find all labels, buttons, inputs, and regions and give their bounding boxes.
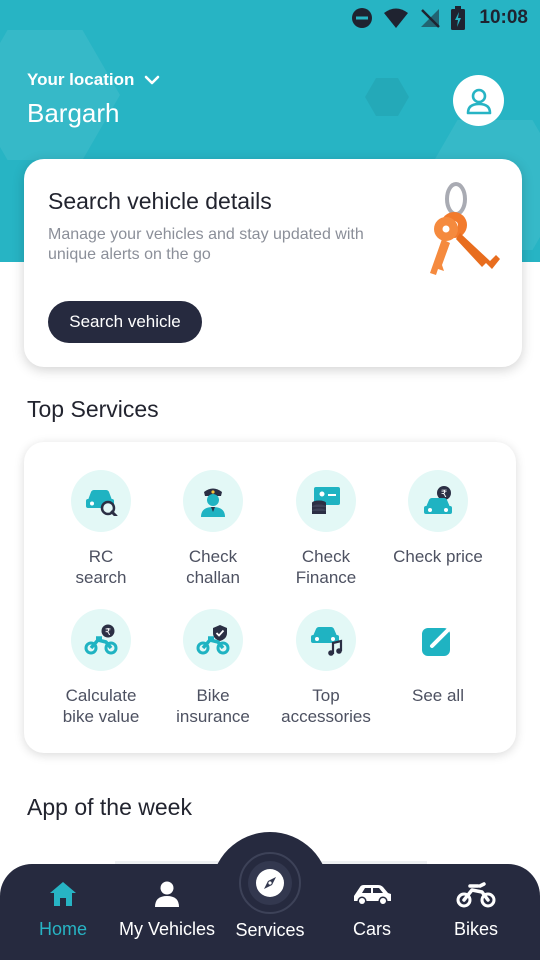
- nav-label: My Vehicles: [118, 919, 216, 939]
- service-calculate-bike-value[interactable]: ₹ Calculate bike value: [44, 609, 158, 727]
- battery-icon: [451, 6, 466, 30]
- user-icon: [155, 881, 179, 907]
- top-services-card: RC search Check challan Check Finance ₹ Che…: [24, 442, 516, 753]
- service-label-line1: Check: [188, 547, 238, 566]
- search-vehicle-card: Search vehicle details Manage your vehic…: [24, 159, 522, 367]
- finance-icon: [296, 470, 356, 532]
- wifi-icon: [384, 8, 409, 28]
- bike-shield-icon: [183, 609, 243, 671]
- service-label-line2: bike value: [62, 707, 140, 726]
- profile-button[interactable]: [453, 75, 504, 126]
- service-see-all[interactable]: See all: [381, 609, 495, 706]
- app-of-week-title: App of the week: [27, 794, 192, 820]
- status-bar: 10:08: [0, 0, 540, 36]
- service-label-line1: Bike: [196, 686, 230, 705]
- nav-services[interactable]: [239, 852, 301, 914]
- search-card-title: Search vehicle details: [48, 188, 272, 214]
- service-label-line2: challan: [186, 568, 240, 587]
- bike-icon: [456, 882, 496, 908]
- service-label-line2: search: [75, 568, 127, 587]
- nav-label: Bikes: [453, 919, 498, 939]
- home-icon: [50, 882, 76, 906]
- car-search-icon: [71, 470, 131, 532]
- nav-home[interactable]: Home: [11, 880, 115, 940]
- location-city[interactable]: Bargarh: [27, 98, 120, 129]
- nav-label: Cars: [352, 919, 391, 939]
- nav-services-label[interactable]: Services: [211, 920, 329, 941]
- compass-icon: [256, 869, 284, 897]
- service-bike-insurance[interactable]: Bike insurance: [156, 609, 270, 727]
- nav-label: Home: [38, 919, 87, 939]
- car-rupee-icon: ₹: [408, 470, 468, 532]
- service-check-challan[interactable]: Check challan: [156, 470, 270, 588]
- service-label-line2: Finance: [295, 568, 357, 587]
- nav-bikes[interactable]: Bikes: [424, 880, 528, 940]
- service-check-finance[interactable]: Check Finance: [269, 470, 383, 588]
- service-label-line1: Calculate: [65, 686, 137, 705]
- no-signal-icon: [421, 9, 441, 28]
- service-label-line2: accessories: [281, 707, 371, 726]
- traffic-police-icon: [183, 470, 243, 532]
- search-vehicle-button[interactable]: Search vehicle: [48, 301, 202, 343]
- external-link-icon: [408, 609, 468, 671]
- chevron-down-icon: [145, 75, 160, 84]
- car-icon: [354, 885, 391, 906]
- bike-rupee-icon: ₹: [71, 609, 131, 671]
- service-label-line1: RC: [88, 547, 114, 566]
- location-label: Your location: [27, 70, 135, 89]
- service-label-line1: Check: [301, 547, 351, 566]
- service-rc-search[interactable]: RC search: [44, 470, 158, 588]
- user-profile-icon: [466, 88, 491, 114]
- location-selector[interactable]: Your location: [27, 70, 160, 90]
- nav-my-vehicles[interactable]: My Vehicles: [115, 880, 219, 940]
- hexagon-decoration: [0, 30, 120, 160]
- do-not-disturb-icon: [352, 8, 373, 28]
- service-label-line1: Top: [312, 686, 340, 705]
- search-card-description: Manage your vehicles and stay updated wi…: [48, 226, 364, 263]
- keys-icon: [430, 182, 500, 275]
- service-top-accessories[interactable]: Top accessories: [269, 609, 383, 727]
- hexagon-decoration: [365, 78, 409, 116]
- service-label-line2: insurance: [176, 707, 250, 726]
- service-label-line1: Check price: [393, 547, 483, 566]
- service-check-price[interactable]: ₹ Check price: [381, 470, 495, 567]
- status-time: 10:08: [479, 7, 528, 28]
- nav-cars[interactable]: Cars: [320, 880, 424, 940]
- svg-text:₹: ₹: [105, 627, 111, 638]
- car-music-icon: [296, 609, 356, 671]
- service-label-line1: See all: [412, 686, 464, 705]
- top-services-title: Top Services: [27, 396, 159, 422]
